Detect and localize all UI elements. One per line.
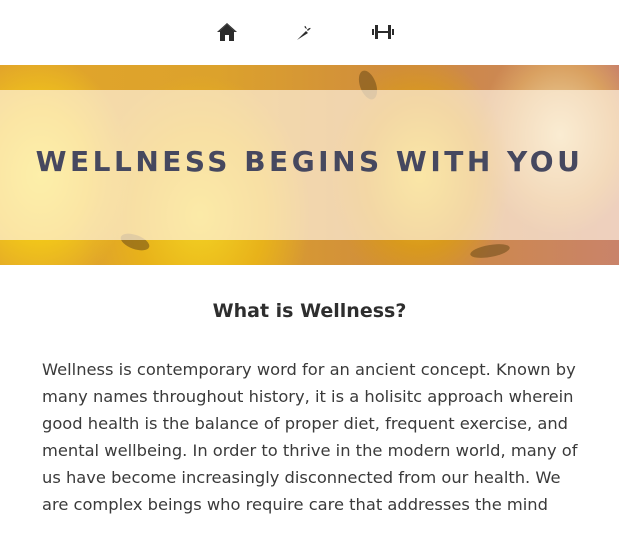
section-heading: What is Wellness? <box>212 300 407 322</box>
carrot-icon[interactable] <box>291 19 317 45</box>
section-body-text: Wellness is contemporary word for an anc… <box>42 360 578 514</box>
dumbbell-icon[interactable] <box>370 19 396 45</box>
top-navigation <box>0 0 619 65</box>
hero-title: WELLNESS BEGINS WITH YOU <box>35 145 584 178</box>
flower-stem-decoration <box>469 241 511 261</box>
hero-banner: WELLNESS BEGINS WITH YOU <box>0 65 619 265</box>
home-icon[interactable] <box>214 19 240 45</box>
